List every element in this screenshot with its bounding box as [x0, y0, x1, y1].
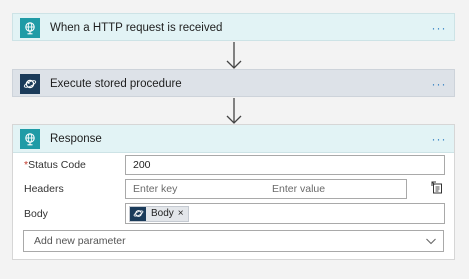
headers-label: Headers [24, 183, 64, 195]
body-token[interactable]: Body × [129, 205, 189, 222]
trigger-card[interactable]: When a HTTP request is received ··· [12, 13, 455, 41]
headers-row: Headers Enter key Enter value [13, 179, 454, 199]
stored-procedure-title: Execute stored procedure [50, 78, 182, 90]
status-code-label: *Status Code [24, 159, 86, 171]
cosmos-db-icon [130, 206, 146, 221]
more-options-icon[interactable]: ··· [430, 21, 448, 35]
add-new-parameter-dropdown[interactable]: Add new parameter [23, 230, 444, 252]
body-row: Body Body × [13, 203, 454, 224]
status-code-input[interactable]: 200 [125, 155, 445, 175]
response-title: Response [50, 132, 102, 145]
status-code-row: *Status Code 200 [13, 155, 454, 175]
body-label: Body [24, 208, 48, 220]
header-value-input[interactable]: Enter value [265, 179, 407, 199]
switch-to-text-mode-icon[interactable] [431, 181, 443, 194]
response-card-header[interactable]: Response ··· [13, 125, 454, 153]
chevron-down-icon [426, 238, 436, 245]
stored-procedure-card-header[interactable]: Execute stored procedure ··· [13, 70, 454, 98]
status-code-value: 200 [133, 159, 151, 171]
header-key-placeholder: Enter key [133, 183, 178, 195]
arrow-down-icon [226, 42, 242, 69]
remove-token-button[interactable]: × [178, 208, 188, 219]
more-options-icon[interactable]: ··· [430, 132, 448, 146]
cosmos-db-icon [20, 74, 40, 94]
arrow-down-icon [226, 98, 242, 124]
status-code-label-text: Status Code [28, 159, 86, 171]
more-options-icon[interactable]: ··· [430, 77, 448, 91]
header-value-placeholder: Enter value [272, 183, 326, 195]
header-key-input[interactable]: Enter key [125, 179, 266, 199]
stored-procedure-card[interactable]: Execute stored procedure ··· [12, 69, 455, 97]
trigger-card-header[interactable]: When a HTTP request is received ··· [13, 14, 454, 42]
body-input[interactable]: Body × [125, 203, 445, 224]
response-card: Response ··· *Status Code 200 Headers En… [12, 124, 455, 260]
http-globe-icon [20, 18, 40, 38]
add-new-parameter-placeholder: Add new parameter [34, 235, 126, 247]
http-globe-icon [20, 128, 40, 149]
trigger-title: When a HTTP request is received [50, 22, 223, 34]
body-token-label: Body [151, 208, 174, 219]
